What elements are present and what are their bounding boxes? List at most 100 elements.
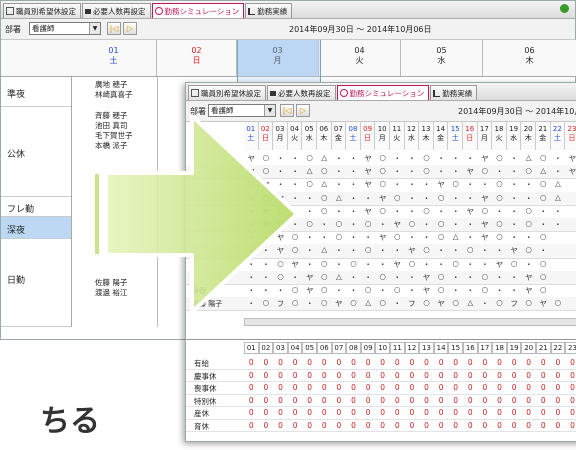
shift-cell[interactable]: ○	[448, 179, 463, 188]
shift-cell[interactable]: ・	[419, 193, 434, 204]
front-day-header-19[interactable]: 19 水	[506, 122, 522, 150]
shift-cell[interactable]: ○	[375, 179, 390, 188]
shift-cell[interactable]: ○	[492, 193, 507, 202]
shift-cell[interactable]: ○	[434, 219, 449, 228]
shift-cell[interactable]: ○	[419, 245, 434, 254]
shift-cell[interactable]: ヤ	[478, 193, 493, 204]
dept-select[interactable]: 看護師 ▼	[29, 22, 101, 35]
next-period-button[interactable]: ▷	[123, 22, 137, 35]
shift-cell[interactable]: ・	[390, 298, 405, 309]
shift-cell[interactable]: ・	[507, 272, 522, 283]
shift-cell[interactable]: ヤ	[463, 166, 478, 177]
shift-cell[interactable]: ・	[507, 219, 522, 230]
back-tab-jisseki[interactable]: 勤務実績	[245, 3, 293, 18]
shift-cell[interactable]: ・	[521, 232, 536, 243]
shift-cell[interactable]: ○	[463, 245, 478, 254]
shift-cell[interactable]: ・	[507, 232, 522, 243]
shift-cell[interactable]: ○	[478, 285, 493, 294]
shift-cell[interactable]: ○	[521, 245, 536, 254]
shift-cell[interactable]: ・	[434, 153, 449, 164]
shift-cell[interactable]: ・	[507, 193, 522, 204]
shift-cell[interactable]: ○	[405, 219, 420, 228]
shift-cell[interactable]: ・	[405, 272, 420, 283]
shift-cell[interactable]: △	[463, 298, 478, 307]
shift-cell[interactable]: ○	[507, 259, 522, 268]
shift-cell[interactable]: ・	[448, 285, 463, 296]
shift-cell[interactable]: ヤ	[478, 153, 493, 164]
shift-cell[interactable]: ・	[405, 166, 420, 177]
shift-cell[interactable]: ・	[492, 206, 507, 217]
front-tab-simulation[interactable]: 勤務シミュレーション	[336, 85, 430, 100]
shift-cell[interactable]: ヤ	[521, 285, 536, 296]
shift-cell[interactable]: ○	[448, 298, 463, 307]
shift-cell[interactable]: ・	[448, 272, 463, 283]
shift-cell[interactable]: △	[521, 153, 536, 162]
front-day-header-10[interactable]: 10 月	[375, 122, 390, 150]
shift-cell[interactable]: ○	[478, 206, 493, 215]
shift-cell[interactable]: ・	[434, 245, 449, 256]
shift-cell[interactable]: ヤ	[375, 232, 390, 243]
front-day-header-13[interactable]: 13 木	[419, 122, 434, 150]
shift-cell[interactable]: ・	[405, 153, 420, 164]
front-day-header-23[interactable]: 23 日	[565, 122, 576, 150]
shift-cell[interactable]: ・	[492, 166, 507, 177]
shift-cell[interactable]: ヤ	[405, 245, 420, 256]
shift-cell[interactable]: ヤ	[463, 206, 478, 217]
shift-cell[interactable]: ○	[536, 193, 551, 202]
shift-cell[interactable]: ○	[419, 206, 434, 215]
shift-cell[interactable]: ○	[536, 285, 551, 294]
shift-cell[interactable]: ・	[463, 153, 478, 164]
shift-cell[interactable]: ○	[492, 219, 507, 228]
shift-cell[interactable]: ○	[434, 285, 449, 294]
shift-cell[interactable]: ・	[419, 179, 434, 190]
shift-cell[interactable]: ヤ	[565, 166, 576, 177]
shift-cell[interactable]: ・	[419, 259, 434, 270]
shift-cell[interactable]: ・	[507, 179, 522, 190]
shift-cell[interactable]: ヤ	[361, 166, 376, 177]
shift-cell[interactable]: ○	[390, 285, 405, 294]
shift-cell[interactable]: ○	[536, 259, 551, 268]
shift-cell[interactable]: △	[448, 232, 463, 241]
shift-cell[interactable]: ・	[361, 232, 376, 243]
shift-cell[interactable]: ・	[463, 193, 478, 204]
shift-cell[interactable]: ○	[390, 193, 405, 202]
shift-cell[interactable]: ・	[375, 285, 390, 296]
shift-cell[interactable]: ・	[492, 245, 507, 256]
shift-cell[interactable]: ・	[551, 219, 566, 230]
front-day-header-16[interactable]: 16 日	[463, 122, 478, 150]
shift-cell[interactable]: ・	[434, 166, 449, 177]
shift-cell[interactable]: ○	[434, 272, 449, 281]
shift-cell[interactable]: ・	[405, 193, 420, 204]
shift-cell[interactable]: ・	[448, 245, 463, 256]
shift-cell[interactable]: ・	[507, 206, 522, 217]
shift-cell[interactable]: ヤ	[521, 272, 536, 283]
shift-cell[interactable]: ヤ	[361, 153, 376, 164]
shift-cell[interactable]: ヤ	[507, 245, 522, 256]
shift-cell[interactable]: ○	[419, 153, 434, 162]
shift-cell[interactable]: ○	[434, 193, 449, 202]
shift-cell[interactable]: ・	[521, 193, 536, 204]
shift-cell[interactable]: △	[361, 298, 376, 307]
shift-cell[interactable]: ・	[478, 259, 493, 270]
shift-cell[interactable]: ・	[551, 153, 566, 164]
shift-cell[interactable]: ・	[507, 166, 522, 177]
shift-cell[interactable]: ○	[536, 232, 551, 241]
shift-cell[interactable]: ・	[492, 285, 507, 296]
shift-cell[interactable]: ・	[405, 232, 420, 243]
shift-cell[interactable]: ・	[521, 179, 536, 190]
prev-period-button[interactable]: |◁	[107, 22, 121, 35]
shift-cell[interactable]: ・	[448, 193, 463, 204]
shift-cell[interactable]: ・	[463, 272, 478, 283]
shift-cell[interactable]: フ	[507, 298, 522, 309]
shift-cell[interactable]: ○	[521, 298, 536, 307]
shift-cell[interactable]: ○	[521, 206, 536, 215]
shift-cell[interactable]: ○	[478, 166, 493, 175]
front-day-header-22[interactable]: 22 土	[550, 122, 566, 150]
shift-cell[interactable]: ヤ	[536, 298, 551, 309]
shift-cell[interactable]: ○	[536, 153, 551, 162]
shift-cell[interactable]: ○	[492, 232, 507, 241]
shift-cell[interactable]: ヤ	[419, 272, 434, 283]
shift-cell[interactable]: ・	[390, 166, 405, 177]
shift-cell[interactable]: ・	[551, 206, 566, 217]
front-tab-jisseki[interactable]: 勤務実績	[430, 85, 478, 100]
